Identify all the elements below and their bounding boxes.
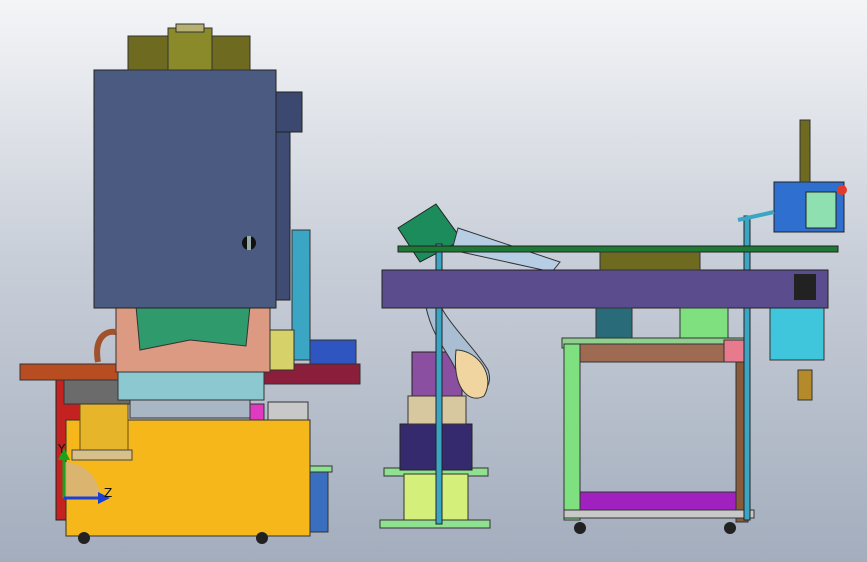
- main-housing: [93, 69, 277, 309]
- gold-cylinder: [79, 403, 129, 453]
- top-rail: [397, 245, 839, 253]
- blue-base-side: [309, 469, 329, 533]
- cad-viewport[interactable]: Y Z: [0, 0, 867, 562]
- robot-gripper: [397, 203, 463, 263]
- machine-assembly-drawing: [19, 23, 847, 544]
- cart-leg: [563, 343, 581, 521]
- triad-y-label: Y: [58, 442, 66, 456]
- robot-station: [379, 203, 561, 529]
- wheel: [256, 532, 268, 544]
- wheel: [78, 532, 90, 544]
- electrical-box: [769, 307, 825, 361]
- purple-beam: [381, 269, 829, 309]
- left-shelf: [19, 363, 121, 381]
- caster: [724, 522, 736, 534]
- signal-tower: [799, 119, 811, 183]
- caster: [574, 522, 586, 534]
- cyan-platform: [117, 371, 265, 401]
- cart-bottom-shelf: [579, 491, 737, 511]
- triad-z-label: Z: [104, 486, 113, 500]
